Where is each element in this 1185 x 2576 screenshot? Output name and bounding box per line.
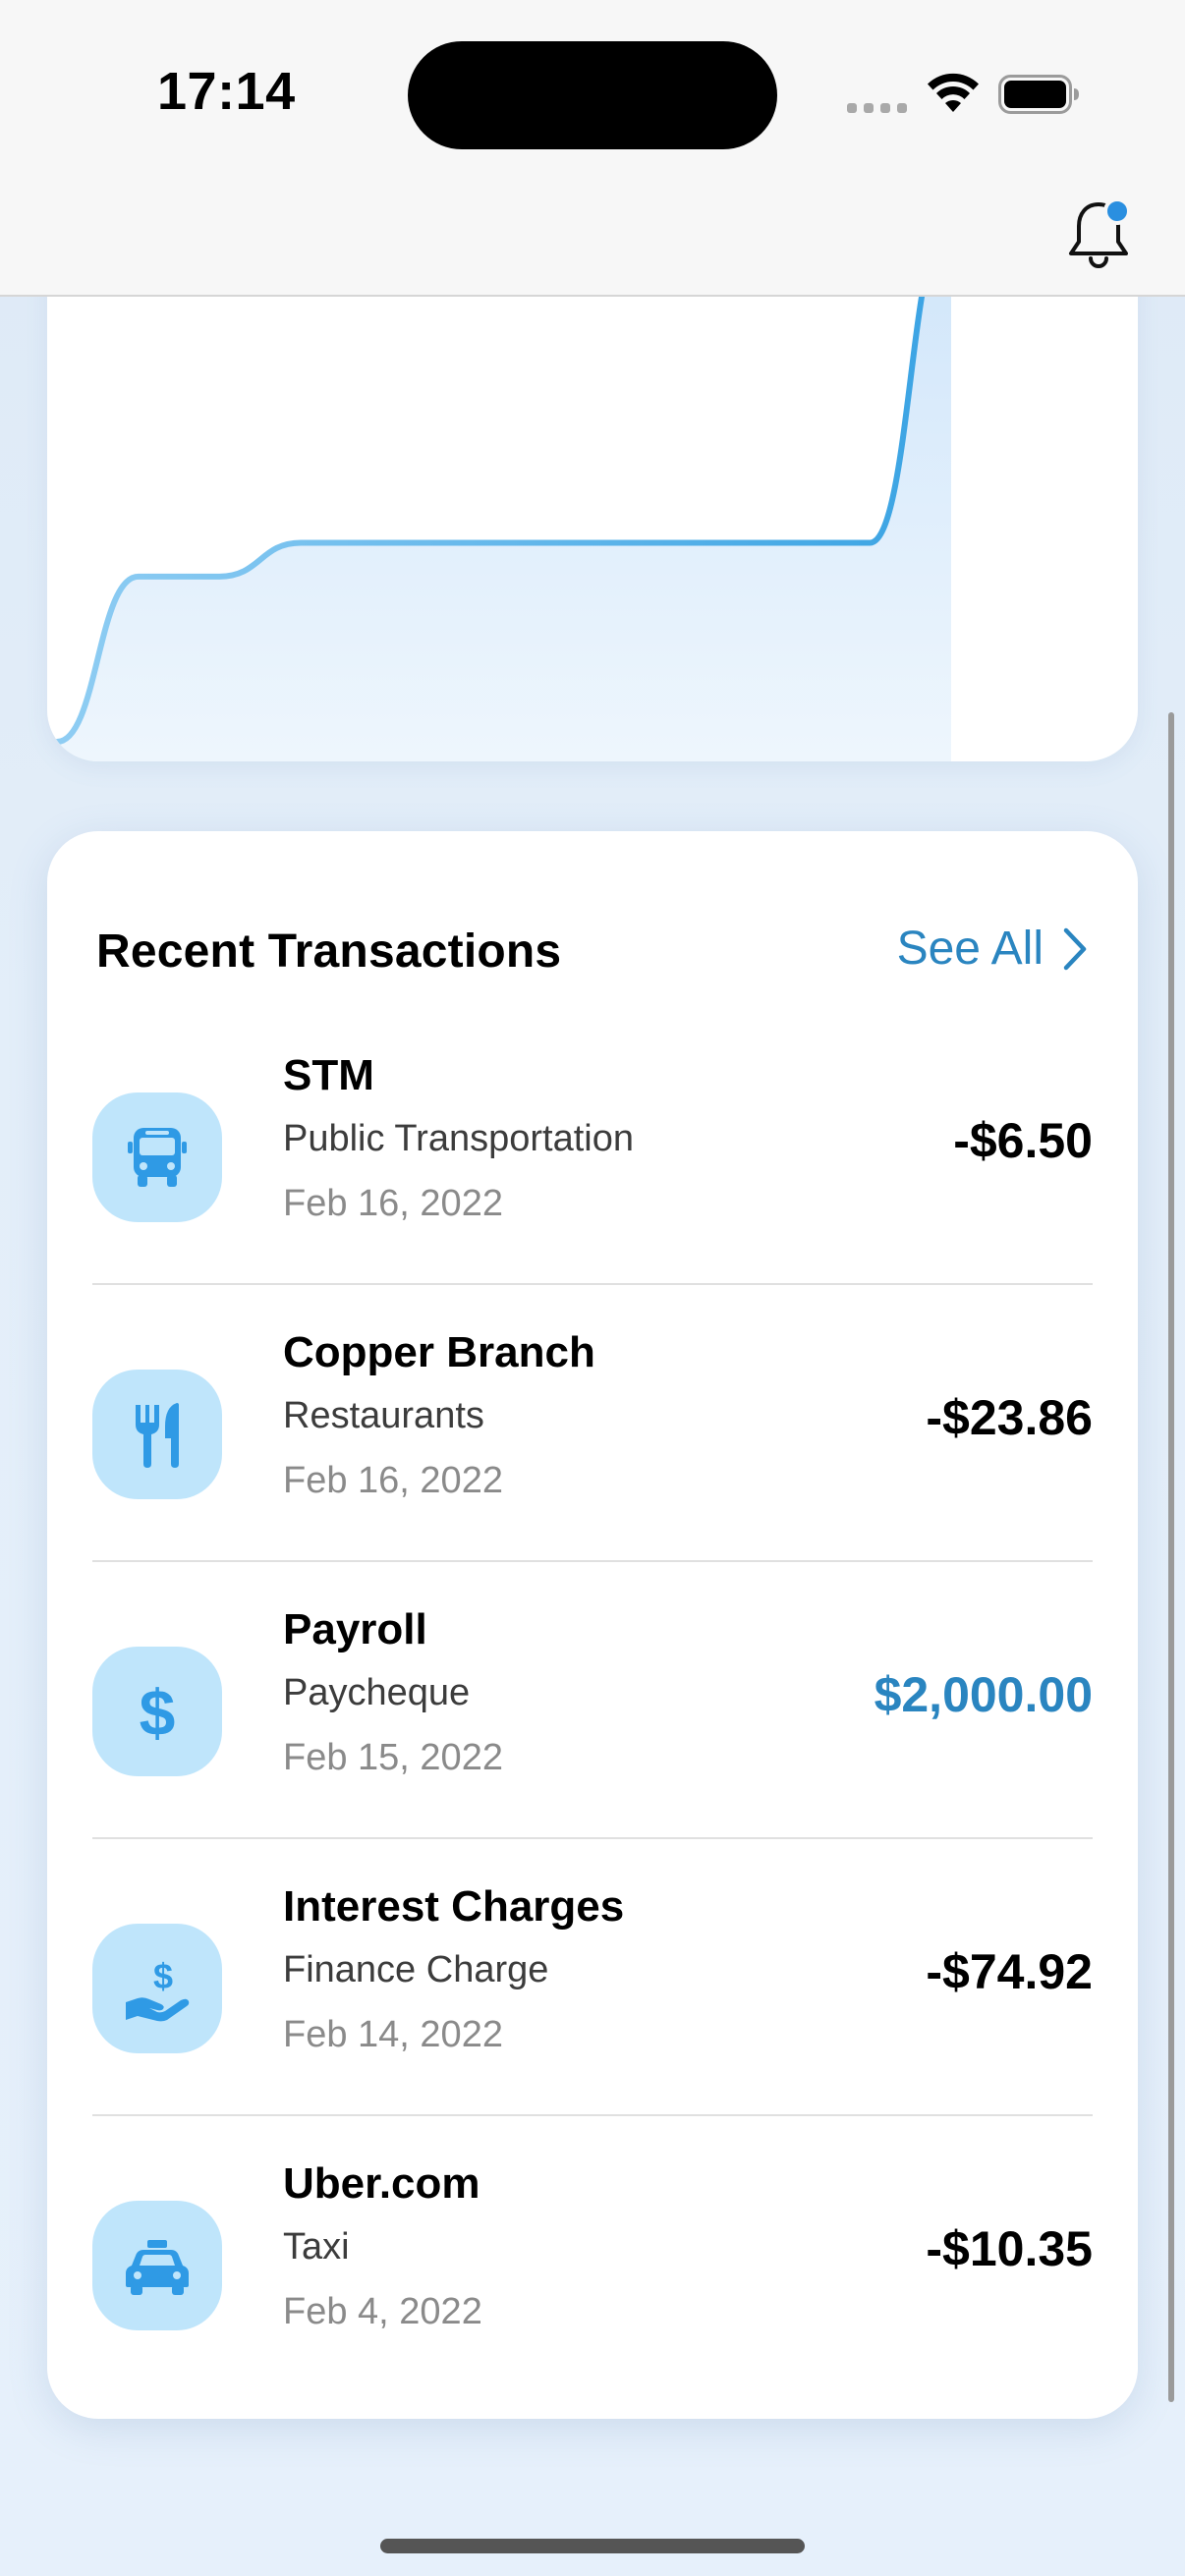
dollar-icon: $ xyxy=(140,1676,176,1747)
transaction-date: Feb 15, 2022 xyxy=(283,1737,503,1778)
transaction-name: Payroll xyxy=(283,1605,427,1653)
home-indicator[interactable] xyxy=(380,2539,805,2553)
section-title: Recent Transactions xyxy=(96,925,562,978)
transaction-amount: -$23.86 xyxy=(926,1390,1093,1445)
transaction-amount: -$10.35 xyxy=(926,2221,1093,2276)
transaction-row[interactable]: $ Interest Charges Finance Charge Feb 14… xyxy=(92,1839,1093,2116)
svg-text:$: $ xyxy=(140,1676,176,1747)
taxi-icon xyxy=(126,2240,189,2295)
scroll-indicator[interactable] xyxy=(1168,712,1174,2402)
chart-area-fill xyxy=(57,226,951,761)
category-icon-badge: $ xyxy=(92,1647,222,1776)
notification-bell-icon[interactable] xyxy=(1066,196,1135,271)
transaction-amount: $2,000.00 xyxy=(874,1667,1093,1722)
transaction-category: Taxi xyxy=(283,2226,350,2268)
wifi-icon xyxy=(928,73,979,112)
recent-transactions-card: Recent Transactions See All STM Public T… xyxy=(47,831,1138,2419)
transaction-row[interactable]: $ Payroll Paycheque Feb 15, 2022 $2,000.… xyxy=(92,1562,1093,1839)
transaction-category: Finance Charge xyxy=(283,1949,549,1990)
transaction-list: STM Public Transportation Feb 16, 2022 -… xyxy=(92,1008,1093,2391)
transaction-name: Interest Charges xyxy=(283,1882,625,1931)
transaction-category: Paycheque xyxy=(283,1672,471,1713)
transaction-date: Feb 4, 2022 xyxy=(283,2291,482,2332)
transaction-category: Restaurants xyxy=(283,1395,484,1436)
transaction-name: STM xyxy=(283,1051,374,1099)
transaction-name: Copper Branch xyxy=(283,1328,595,1376)
status-time: 17:14 xyxy=(157,62,296,121)
transaction-row[interactable]: Copper Branch Restaurants Feb 16, 2022 -… xyxy=(92,1285,1093,1562)
hand-dollar-icon: $ xyxy=(126,1956,190,2022)
balance-area-chart xyxy=(54,226,951,761)
chevron-right-icon xyxy=(1063,927,1087,970)
battery-icon xyxy=(998,75,1079,114)
transaction-date: Feb 16, 2022 xyxy=(283,1183,503,1224)
balance-chart-card xyxy=(47,226,1138,761)
category-icon-badge xyxy=(92,2201,222,2330)
see-all-label: See All xyxy=(896,923,1044,975)
category-icon-badge xyxy=(92,1370,222,1499)
transaction-amount: -$74.92 xyxy=(926,1944,1093,1999)
see-all-button[interactable]: See All xyxy=(897,922,1089,976)
transaction-name: Uber.com xyxy=(283,2159,480,2208)
fork-knife-icon xyxy=(136,1403,179,1468)
transaction-category: Public Transportation xyxy=(283,1118,634,1159)
transaction-row[interactable]: STM Public Transportation Feb 16, 2022 -… xyxy=(92,1008,1093,1285)
bus-icon xyxy=(128,1128,187,1187)
transaction-amount: -$6.50 xyxy=(953,1113,1093,1168)
category-icon-badge xyxy=(92,1092,222,1222)
dynamic-island xyxy=(408,41,777,149)
transaction-row[interactable]: Uber.com Taxi Feb 4, 2022 -$10.35 xyxy=(92,2116,1093,2391)
transaction-date: Feb 14, 2022 xyxy=(283,2014,503,2055)
notification-badge xyxy=(1103,197,1131,225)
transaction-date: Feb 16, 2022 xyxy=(283,1460,503,1501)
top-bar: 17:14 xyxy=(0,0,1185,297)
cellular-signal-icon xyxy=(847,103,907,113)
svg-text:$: $ xyxy=(153,1956,173,1996)
category-icon-badge: $ xyxy=(92,1924,222,2053)
